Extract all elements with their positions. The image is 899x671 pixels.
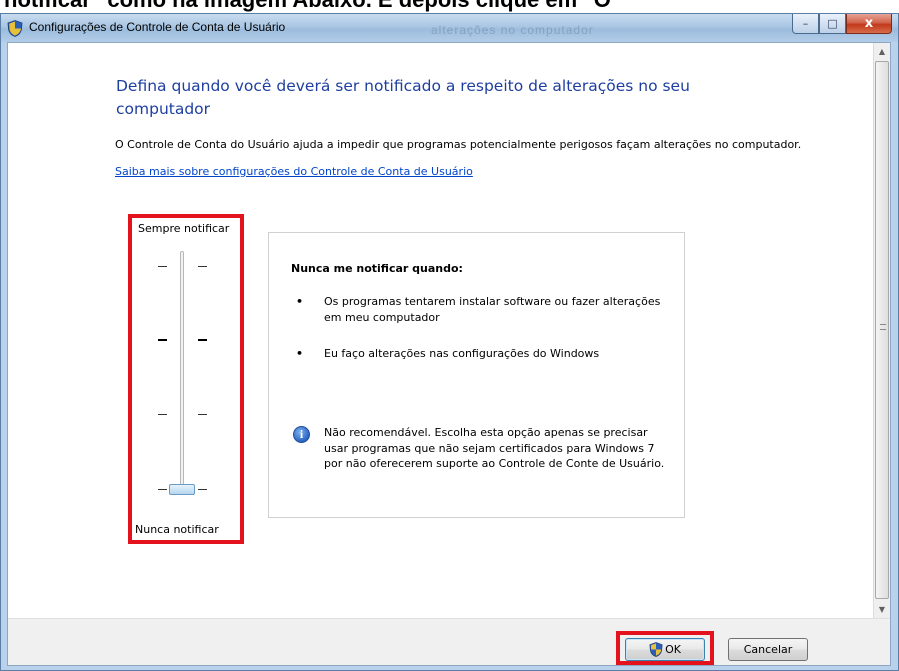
slider-track[interactable] (180, 251, 184, 491)
ok-button-label: OK (665, 643, 681, 656)
slider-bottom-label: Nunca notificar (135, 523, 219, 536)
settings-content: Defina quando você deverá ser notificado… (8, 43, 888, 618)
list-item-text: Eu faço alterações nas configurações do … (324, 347, 600, 360)
bullet-icon: • (296, 347, 304, 360)
list-item: • Eu faço alterações nas configurações d… (291, 346, 671, 362)
scroll-up-icon[interactable]: ▲ (874, 43, 890, 60)
slider-thumb[interactable] (169, 484, 195, 495)
window-title-ghost: alterações no computador (431, 23, 594, 37)
button-bar: OK Cancelar (8, 618, 890, 665)
warning-text: Não recomendável. Escolha esta opção ape… (324, 426, 665, 470)
cancel-button[interactable]: Cancelar (728, 638, 808, 661)
window-title: Configurações de Controle de Conta de Us… (29, 20, 286, 34)
maximize-button[interactable]: □ (819, 14, 846, 34)
slider-tick-left (158, 489, 167, 490)
title-bar[interactable]: Configurações de Controle de Conta de Us… (1, 14, 898, 42)
caption-buttons: – □ x (792, 14, 892, 34)
uac-shield-icon (649, 642, 663, 657)
uac-shield-icon (7, 20, 23, 37)
info-icon: i (293, 426, 310, 443)
list-item-text: Os programas tentarem instalar software … (324, 295, 661, 324)
client-area: Defina quando você deverá ser notificado… (7, 42, 891, 666)
slider-tick-right (198, 266, 207, 267)
list-item: • Os programas tentarem instalar softwar… (291, 294, 671, 326)
grip-icon (880, 324, 886, 330)
panel-title: Nunca me notificar quando: (291, 262, 463, 275)
bullet-icon: • (296, 295, 304, 308)
minimize-icon: – (802, 17, 809, 30)
notification-level-slider-highlight: Sempre notificar Nunca notificar (128, 214, 244, 544)
slider-tick-left (158, 266, 167, 267)
slider-tick-right (198, 414, 207, 415)
vertical-scrollbar[interactable]: ▲ ▼ (873, 43, 890, 618)
slider-tick-left (158, 414, 167, 415)
ok-button[interactable]: OK (625, 638, 705, 661)
slider-tick-left (158, 339, 167, 341)
page-title: Defina quando você deverá ser notificado… (116, 77, 690, 118)
close-button[interactable]: x (846, 14, 892, 34)
close-icon: x (864, 16, 874, 31)
minimize-button[interactable]: – (792, 14, 819, 34)
level-description-panel: Nunca me notificar quando: • Os programa… (268, 232, 685, 518)
slider-top-label: Sempre notificar (138, 222, 230, 235)
scroll-down-icon[interactable]: ▼ (874, 601, 890, 618)
slider-tick-right (198, 339, 207, 341)
slider-tick-right (198, 489, 207, 490)
cancel-button-label: Cancelar (743, 643, 793, 656)
maximize-icon: □ (827, 17, 838, 30)
scrollbar-thumb[interactable] (875, 61, 889, 599)
uac-settings-window: Configurações de Controle de Conta de Us… (0, 13, 899, 671)
description-text: O Controle de Conta do Usuário ajuda a i… (115, 138, 802, 151)
learn-more-link[interactable]: Saiba mais sobre configurações do Contro… (115, 165, 473, 178)
